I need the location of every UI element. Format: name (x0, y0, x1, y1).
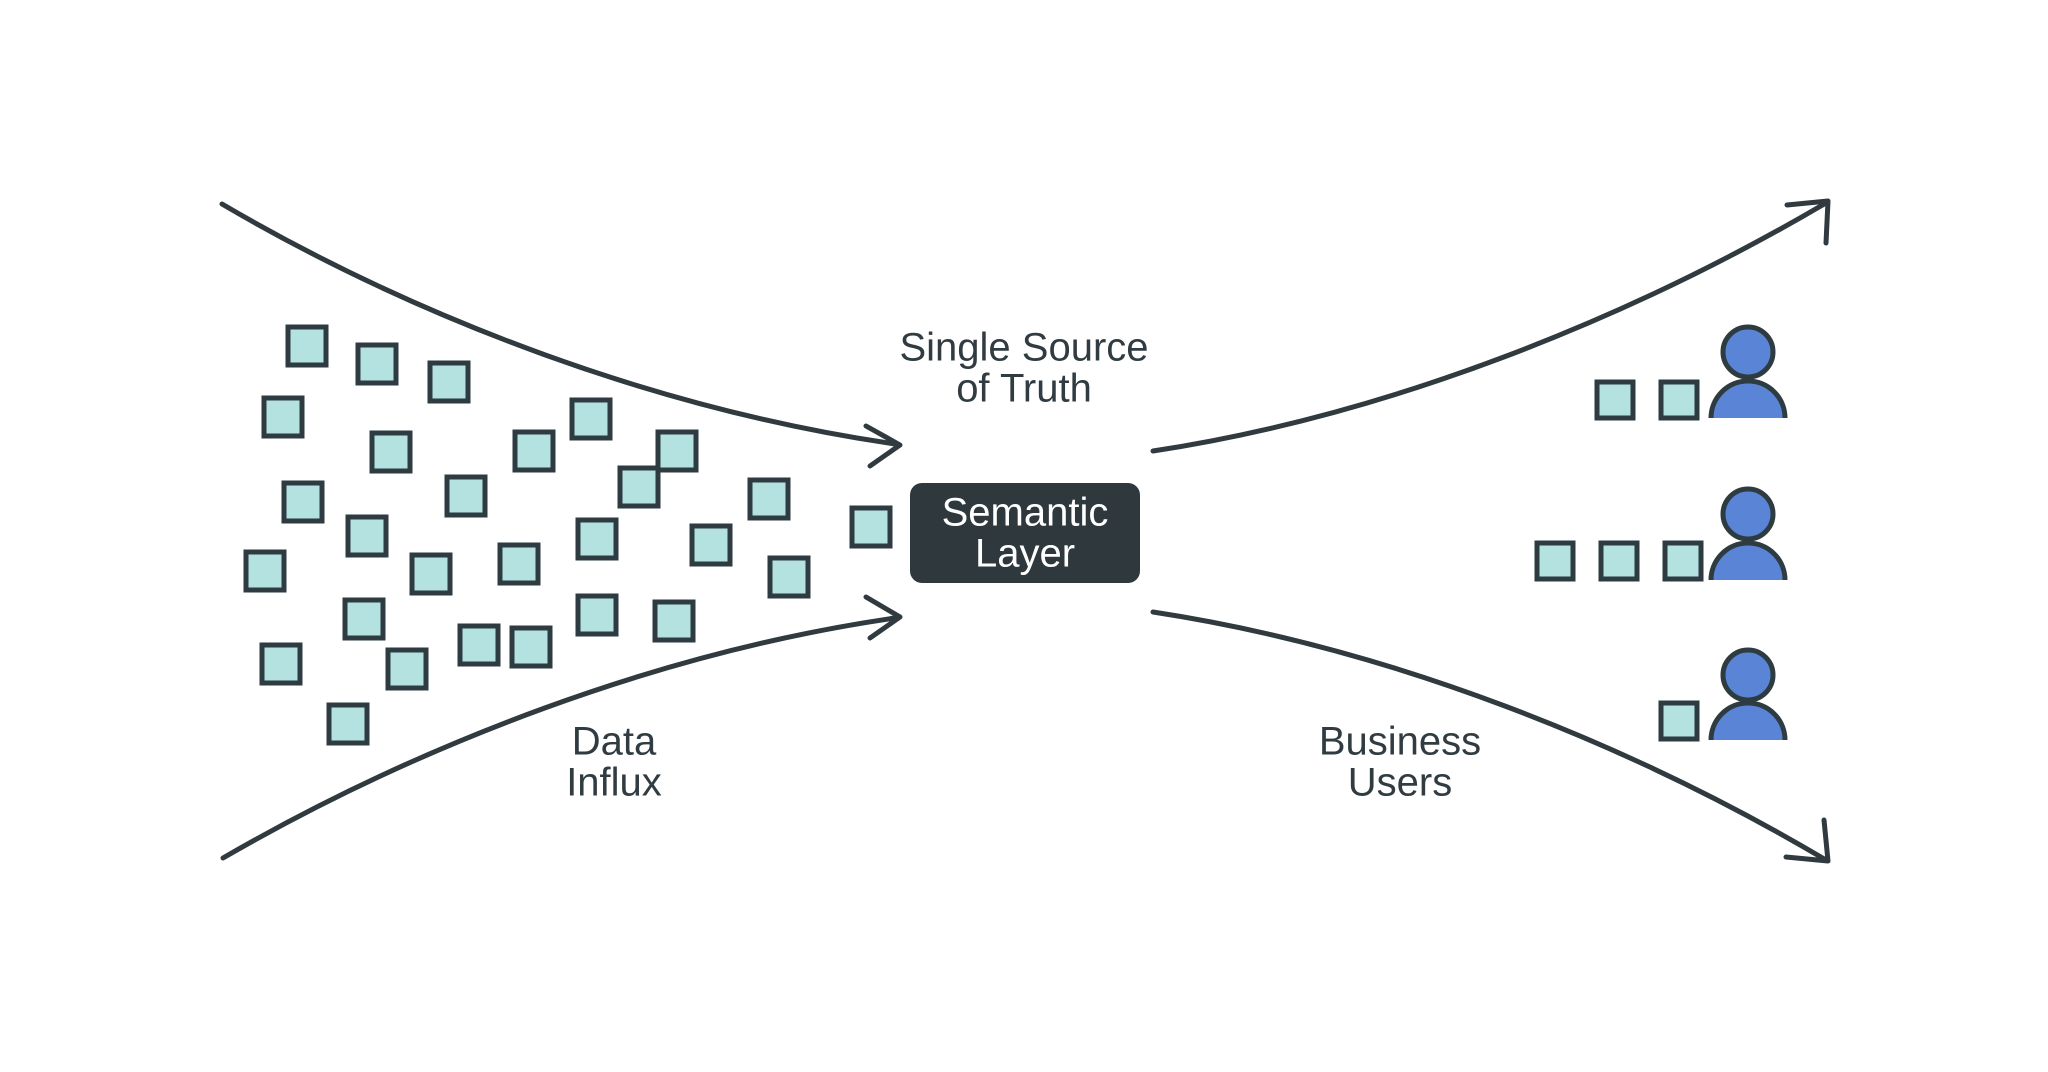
user-row-3 (1658, 647, 1788, 742)
person-icon-body (1708, 378, 1788, 419)
caption-single-source-of-truth-line1: Single Source (899, 326, 1148, 370)
person-icon-head (1720, 647, 1776, 703)
semantic-layer-box[interactable]: Semantic Layer (910, 483, 1140, 583)
data-square (342, 597, 386, 641)
output-square (1594, 379, 1636, 421)
person-icon-body (1708, 700, 1788, 741)
data-square (575, 517, 619, 561)
caption-single-source-of-truth-line2: of Truth (956, 367, 1092, 411)
semantic-layer-label-line2: Layer (975, 532, 1075, 576)
data-square (259, 642, 303, 686)
data-square (385, 647, 429, 691)
diagram-canvas: Semantic Layer Single Source of Truth Data… (0, 0, 2048, 1072)
caption-business-users-line1: Business (1319, 720, 1481, 764)
output-square (1662, 540, 1704, 582)
user-row-2 (1534, 486, 1788, 582)
data-square (345, 514, 389, 558)
data-square (497, 542, 541, 586)
data-square (243, 549, 287, 593)
data-square (457, 623, 501, 667)
output-square (1534, 540, 1576, 582)
data-square (575, 593, 619, 637)
data-square (767, 555, 811, 599)
caption-single-source-of-truth: Single Sourceof Truth (899, 326, 1148, 411)
output-square (1598, 540, 1640, 582)
data-square (512, 429, 556, 473)
data-square (281, 480, 325, 524)
data-square (509, 625, 553, 669)
diagram-svg: Semantic Layer Single Sourceof Truth Data… (219, 198, 1831, 864)
caption-business-users-line2: Users (1348, 761, 1452, 805)
caption-business-users: BusinessUsers (1319, 720, 1481, 805)
data-square (652, 599, 696, 643)
user-row-1 (1594, 324, 1788, 421)
caption-data-influx-line2: Influx (566, 761, 662, 805)
caption-data-influx: DataInflux (566, 720, 662, 805)
data-square (427, 360, 471, 404)
data-square (355, 342, 399, 386)
funnel-curve-top-left (219, 201, 898, 447)
business-users-group (1534, 324, 1788, 742)
data-square (261, 395, 305, 439)
output-square (1658, 379, 1700, 421)
person-icon-head (1720, 324, 1776, 380)
data-square (689, 523, 733, 567)
person-icon-head (1720, 486, 1776, 542)
data-square (747, 477, 791, 521)
caption-data-influx-line1: Data (572, 720, 657, 764)
funnel-curve-top-left-arrowhead (863, 423, 903, 469)
data-square (326, 702, 370, 746)
data-square (617, 465, 661, 509)
data-squares-group (243, 324, 893, 746)
output-square (1658, 700, 1700, 742)
data-square (849, 505, 893, 549)
data-square (444, 474, 488, 518)
semantic-layer-label-line1: Semantic (942, 491, 1109, 535)
data-square (285, 324, 329, 368)
data-square (569, 397, 613, 441)
data-square (369, 430, 413, 474)
person-icon-body (1708, 540, 1788, 581)
funnel-curve-bottom-left (220, 615, 898, 861)
data-square (655, 429, 699, 473)
data-square (409, 552, 453, 596)
